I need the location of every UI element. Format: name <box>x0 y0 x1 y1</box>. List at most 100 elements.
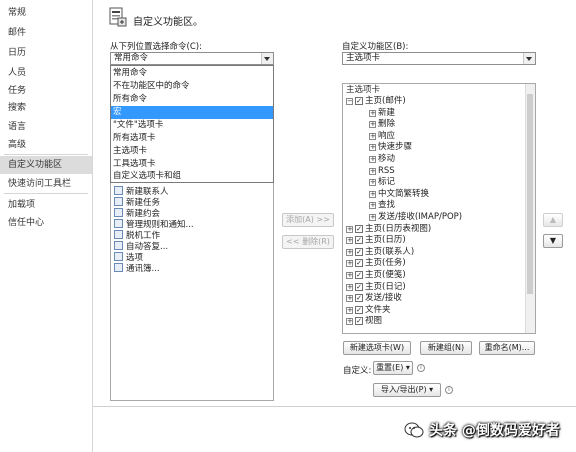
expand-icon[interactable]: + <box>369 109 376 117</box>
expand-icon[interactable]: + <box>346 295 353 303</box>
command-item[interactable]: 新建联系人 <box>114 186 169 197</box>
expand-icon[interactable]: + <box>369 132 376 140</box>
expand-icon[interactable]: + <box>369 167 376 175</box>
import-export-button[interactable]: 导入/导出(P) ▾ <box>373 383 441 397</box>
tree-tab-row[interactable]: + ✓ 发送/接收 <box>346 293 402 304</box>
tree-tab-row[interactable]: + ✓ 主页(日历表视图) <box>346 224 431 235</box>
tree-tab-row[interactable]: + ✓ 主页(日历) <box>346 235 406 246</box>
pane-bottom-border <box>93 406 576 407</box>
checkbox-icon[interactable]: ✓ <box>355 259 363 268</box>
info-icon: i <box>445 386 453 394</box>
new-task-icon <box>114 197 123 206</box>
reset-button[interactable]: 重置(E) ▾ <box>373 361 413 375</box>
expand-icon[interactable]: + <box>369 156 376 163</box>
checkbox-icon[interactable]: ✓ <box>355 271 363 279</box>
tree-group-row[interactable]: + 查找 <box>369 200 395 211</box>
tree-group-row[interactable]: + 发送/接收(IMAP/POP) <box>369 212 462 223</box>
collapse-icon[interactable]: − <box>346 98 353 105</box>
expand-icon[interactable]: + <box>346 318 353 326</box>
expand-icon[interactable]: + <box>346 283 353 291</box>
checkbox-icon[interactable]: ✓ <box>355 282 363 291</box>
expand-icon[interactable]: + <box>346 237 353 245</box>
nav-item-tasks[interactable]: 任务 <box>0 82 92 100</box>
dropdown-option[interactable]: 自定义选项卡和组 <box>111 170 273 183</box>
checkbox-icon[interactable]: ✓ <box>355 236 363 245</box>
dropdown-option[interactable]: 所有命令 <box>111 93 273 106</box>
rename-button[interactable]: 重命名(M)... <box>479 341 535 355</box>
tree-group-row[interactable]: + 删除 <box>369 119 395 130</box>
tree-tab-row[interactable]: + ✓ 主页(便笺) <box>346 270 406 281</box>
tree-tab-row[interactable]: + ✓ 文件夹 <box>346 305 391 316</box>
chevron-down-icon[interactable] <box>261 53 273 64</box>
customizations-label: 自定义: <box>343 366 372 376</box>
dropdown-option-selected[interactable]: 宏 <box>111 106 273 119</box>
expand-icon[interactable]: + <box>369 214 376 221</box>
checkbox-icon[interactable]: ✓ <box>355 97 363 105</box>
expand-icon[interactable]: + <box>346 248 353 256</box>
dropdown-option[interactable]: 常用命令 <box>111 67 273 80</box>
checkbox-icon[interactable]: ✓ <box>355 224 363 233</box>
tree-group-row[interactable]: + 移动 <box>369 154 395 165</box>
nav-item-general[interactable]: 常规 <box>0 4 92 22</box>
expand-icon[interactable]: + <box>369 190 376 198</box>
tree-tab-row[interactable]: + ✓ 视图 <box>346 316 382 327</box>
tree-group-row[interactable]: + 新建 <box>369 108 395 119</box>
tree-group-row[interactable]: + 中文简繁转换 <box>369 189 429 200</box>
add-button[interactable]: 添加(A) >> <box>282 213 334 227</box>
nav-item-quick-access-toolbar[interactable]: 快速访问工具栏 <box>0 175 92 193</box>
choose-commands-combo[interactable]: 常用命令 <box>110 52 274 65</box>
nav-item-add-ins[interactable]: 加载项 <box>0 196 92 214</box>
move-up-button[interactable]: ▲ <box>543 213 563 227</box>
command-item[interactable]: 通讯簿... <box>114 263 160 274</box>
nav-item-customize-ribbon[interactable]: 自定义功能区 <box>0 156 92 174</box>
nav-item-mail[interactable]: 邮件 <box>0 24 92 42</box>
ribbon-tree[interactable]: 主选项卡 − ✓ 主页(邮件) + 新建 + 删除 + 响应 + 快速步骤 + 移动 + RSS + 标记 + 中文… <box>342 83 536 334</box>
new-contact-icon <box>114 186 123 195</box>
scrollbar-thumb[interactable] <box>527 94 533 294</box>
expand-icon[interactable]: + <box>369 121 376 129</box>
checkbox-icon[interactable]: ✓ <box>355 305 363 314</box>
tree-group-row[interactable]: + 标记 <box>369 177 395 188</box>
command-item[interactable]: 自动答复... <box>114 241 168 252</box>
tree-group-row[interactable]: + RSS <box>369 166 395 177</box>
tree-tab-row[interactable]: + ✓ 主页(联系人) <box>346 247 414 258</box>
checkbox-icon[interactable]: ✓ <box>355 317 363 326</box>
expand-icon[interactable]: + <box>346 225 353 233</box>
nav-item-language[interactable]: 语言 <box>0 118 92 136</box>
customize-ribbon-combo[interactable]: 主选项卡 <box>342 52 536 65</box>
expand-icon[interactable]: + <box>346 306 353 314</box>
expand-icon[interactable]: + <box>346 272 353 279</box>
nav-item-trust-center[interactable]: 信任中心 <box>0 214 92 232</box>
nav-item-search[interactable]: 搜索 <box>0 99 92 117</box>
nav-item-people[interactable]: 人员 <box>0 64 92 82</box>
expand-icon[interactable]: + <box>369 179 376 187</box>
tree-group-row[interactable]: + 快速步骤 <box>369 142 412 153</box>
remove-button[interactable]: << 删除(R) <box>282 235 334 249</box>
command-item[interactable]: 新建任务 <box>114 197 160 208</box>
expand-icon[interactable]: + <box>369 202 376 210</box>
new-group-button[interactable]: 新建组(N) <box>420 341 472 355</box>
tree-group-row[interactable]: + 响应 <box>369 131 395 142</box>
command-item[interactable]: 新建约会 <box>114 208 160 219</box>
nav-item-advanced[interactable]: 高级 <box>0 136 92 154</box>
nav-item-calendar[interactable]: 日历 <box>0 44 92 62</box>
dropdown-option[interactable]: 主选项卡 <box>111 145 273 158</box>
commands-list[interactable]: 新建联系人 新建任务 新建约会 管理规则和通知... 脱机工作 自动答复... … <box>110 183 274 401</box>
new-tab-button[interactable]: 新建选项卡(W) <box>343 341 411 355</box>
move-down-button[interactable]: ▼ <box>543 234 563 248</box>
tree-tab-row[interactable]: + ✓ 主页(任务) <box>346 258 406 269</box>
command-item[interactable]: 选项 <box>114 252 143 263</box>
tree-scrollbar[interactable] <box>525 84 535 333</box>
command-item[interactable]: 管理规则和通知... <box>114 219 194 230</box>
dropdown-option[interactable]: 不在功能区中的命令 <box>111 80 273 93</box>
chevron-down-icon[interactable] <box>523 53 535 64</box>
dropdown-option[interactable]: 所有选项卡 <box>111 132 273 145</box>
expand-icon[interactable]: + <box>369 144 376 152</box>
checkbox-icon[interactable]: ✓ <box>355 247 363 256</box>
checkbox-icon[interactable]: ✓ <box>355 294 363 303</box>
command-item[interactable]: 脱机工作 <box>114 230 160 241</box>
tree-tab-row[interactable]: − ✓ 主页(邮件) <box>346 96 406 107</box>
expand-icon[interactable]: + <box>346 260 353 268</box>
dropdown-option[interactable]: "文件"选项卡 <box>111 119 273 132</box>
tree-tab-row[interactable]: + ✓ 主页(日记) <box>346 282 406 293</box>
